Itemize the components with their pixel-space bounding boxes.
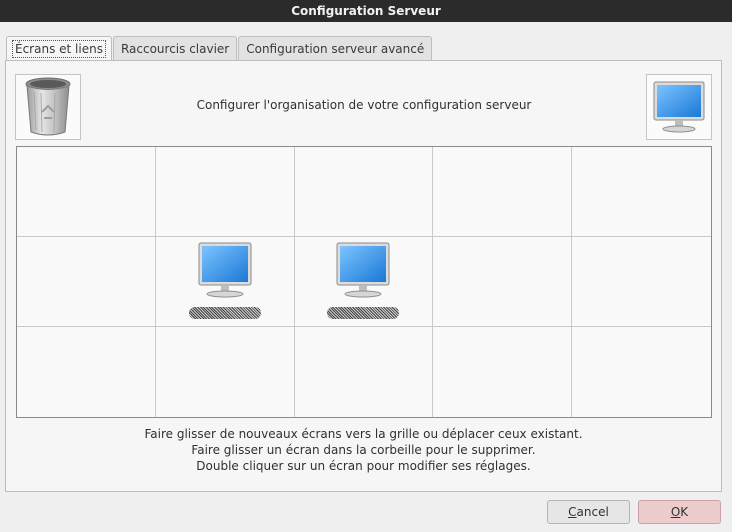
screen-item[interactable]: [323, 241, 403, 325]
screen-item[interactable]: [185, 241, 265, 325]
monitor-icon: [336, 242, 390, 298]
grid-cell[interactable]: [572, 237, 711, 327]
grid-cell[interactable]: [433, 237, 573, 327]
tab-bar: Écrans et liens Raccourcis clavier Confi…: [6, 36, 433, 61]
tab-label: Écrans et liens: [12, 40, 106, 58]
grid-cell[interactable]: [572, 327, 711, 417]
screen-name-label: [188, 307, 261, 319]
help-line: Faire glisser de nouveaux écrans vers la…: [144, 427, 583, 441]
monitor-icon: [653, 81, 705, 133]
help-line: Double cliquer sur un écran pour modifie…: [196, 459, 531, 473]
grid-cell[interactable]: [17, 147, 156, 237]
grid-cell[interactable]: [156, 327, 295, 417]
screen-layout-grid[interactable]: [16, 146, 712, 418]
layout-instructions-header: Configurer l'organisation de votre confi…: [196, 98, 532, 112]
ok-button-label: OK: [670, 505, 689, 519]
tab-label: Configuration serveur avancé: [246, 41, 425, 56]
grid-cell[interactable]: [433, 327, 573, 417]
tab-screens-and-links[interactable]: Écrans et liens: [6, 36, 112, 61]
screens-panel: Configurer l'organisation de votre confi…: [5, 60, 722, 492]
grid-cell[interactable]: [572, 147, 711, 237]
grid-cell[interactable]: [155, 147, 295, 237]
cancel-button[interactable]: Cancel: [547, 500, 630, 524]
help-text: Faire glisser de nouveaux écrans vers la…: [6, 426, 721, 474]
grid-cell[interactable]: [295, 327, 434, 417]
window-title: Configuration Serveur: [291, 4, 441, 18]
tab-keyboard-shortcuts[interactable]: Raccourcis clavier: [112, 36, 238, 60]
tab-advanced-server-config[interactable]: Configuration serveur avancé: [238, 36, 433, 60]
grid-cell[interactable]: [17, 237, 156, 327]
ok-button[interactable]: OK: [638, 500, 721, 524]
trash-can-icon: [25, 77, 71, 136]
cancel-button-label: Cancel: [568, 505, 609, 519]
grid-cell[interactable]: [294, 147, 434, 237]
grid-cell[interactable]: [17, 327, 156, 417]
grid-cell[interactable]: [433, 147, 573, 237]
monitor-icon: [198, 242, 252, 298]
window-titlebar: Configuration Serveur: [0, 0, 732, 22]
screen-name-label: [327, 307, 400, 319]
new-screen-drag-source[interactable]: [646, 74, 712, 140]
help-line: Faire glisser un écran dans la corbeille…: [191, 443, 536, 457]
trash-drop-target[interactable]: [15, 74, 81, 140]
grid-cell[interactable]: [294, 237, 434, 327]
tab-label: Raccourcis clavier: [120, 41, 230, 56]
grid-cell[interactable]: [155, 237, 295, 327]
